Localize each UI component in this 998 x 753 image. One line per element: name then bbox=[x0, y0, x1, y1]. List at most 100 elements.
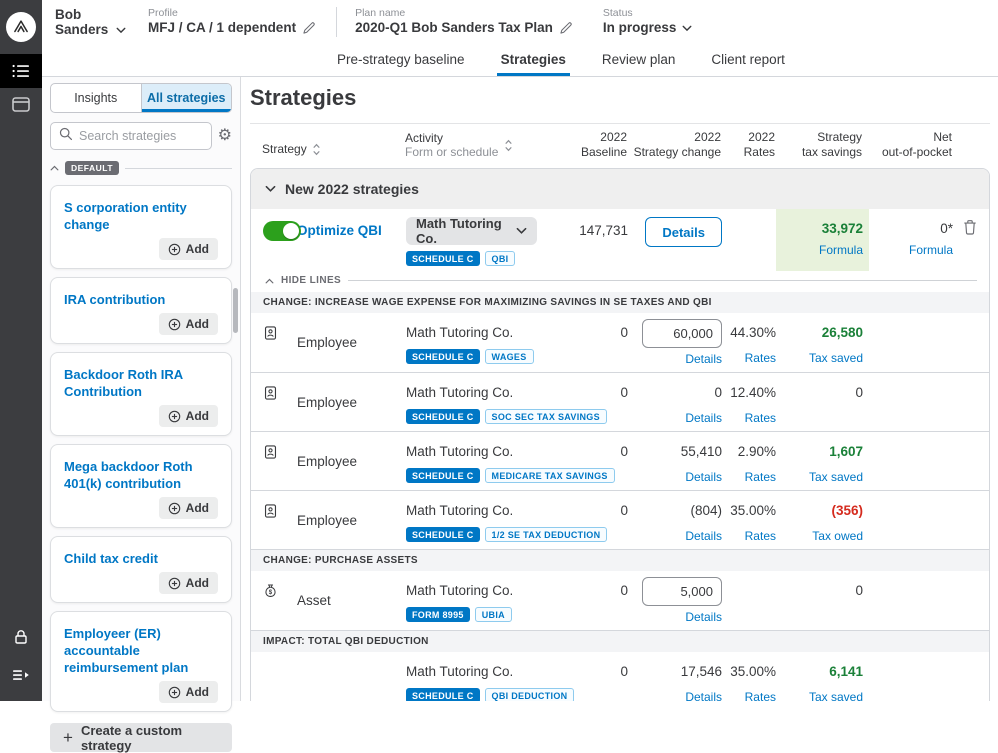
client-first-name: Bob bbox=[55, 7, 126, 22]
rates-link[interactable]: Rates bbox=[722, 528, 776, 544]
search-input[interactable] bbox=[79, 129, 203, 143]
strategy-card-title[interactable]: IRA contribution bbox=[64, 291, 218, 308]
details-link[interactable]: Details bbox=[628, 351, 722, 367]
strategy-change-value: 17,546 bbox=[628, 658, 722, 686]
hide-lines-toggle[interactable]: HIDE LINES bbox=[281, 275, 341, 286]
details-link[interactable]: Details bbox=[628, 609, 722, 625]
tax-savings-value: (356) bbox=[776, 497, 863, 525]
sidebar-scrollbar[interactable] bbox=[233, 288, 238, 333]
strategy-card-list: S corporation entity change Add IRA cont… bbox=[50, 185, 232, 712]
strategy-card-title[interactable]: Employeer (ER) accountable reimbursement… bbox=[64, 625, 218, 676]
gear-icon[interactable]: ⚙ bbox=[218, 128, 232, 144]
rates-link[interactable]: Rates bbox=[722, 689, 776, 701]
nav-strategies-list-icon[interactable] bbox=[0, 54, 42, 88]
add-strategy-button[interactable]: Add bbox=[159, 497, 218, 519]
tab-insights[interactable]: Insights bbox=[51, 84, 141, 112]
details-link[interactable]: Details bbox=[628, 528, 722, 544]
group-title: New 2022 strategies bbox=[285, 181, 419, 197]
strategy-card-title[interactable]: S corporation entity change bbox=[64, 199, 218, 233]
tax-savings-value: 1,607 bbox=[776, 438, 863, 466]
edit-profile-icon[interactable] bbox=[302, 21, 316, 35]
strategy-card-title[interactable]: Mega backdoor Roth 401(k) contribution bbox=[64, 458, 218, 492]
tab-pre-strategy-baseline[interactable]: Pre-strategy baseline bbox=[337, 43, 465, 76]
strategy-line-row: EmployeeMath Tutoring Co.SCHEDULE C1/2 S… bbox=[251, 491, 989, 550]
details-link[interactable]: Details bbox=[628, 689, 722, 701]
strategy-card-title[interactable]: Child tax credit bbox=[64, 550, 218, 567]
strategy-card-title[interactable]: Backdoor Roth IRA Contribution bbox=[64, 366, 218, 400]
formula-link[interactable]: Formula bbox=[863, 242, 953, 258]
strategy-line-rows: CHANGE: INCREASE WAGE EXPENSE FOR MAXIMI… bbox=[251, 292, 989, 701]
svg-text:$: $ bbox=[269, 589, 273, 596]
hide-lines-row: HIDE LINES bbox=[251, 271, 989, 292]
column-rates: 2022Rates bbox=[721, 130, 775, 160]
add-strategy-button[interactable]: Add bbox=[159, 313, 218, 335]
tax-result-link[interactable]: Tax saved bbox=[776, 469, 863, 485]
details-link[interactable]: Details bbox=[628, 469, 722, 485]
rates-link[interactable]: Rates bbox=[722, 410, 776, 426]
activity-label: Employee bbox=[297, 319, 406, 367]
status-selector[interactable]: Status In progress bbox=[603, 7, 693, 36]
edit-plan-name-icon[interactable] bbox=[559, 21, 573, 35]
details-link[interactable]: Details bbox=[628, 410, 722, 426]
form-badge: SCHEDULE C bbox=[406, 527, 480, 542]
activity-label: Employee bbox=[297, 497, 406, 544]
strategy-card: Child tax credit Add bbox=[50, 536, 232, 603]
strategy-change-input[interactable] bbox=[642, 577, 722, 606]
formula-link[interactable]: Formula bbox=[776, 242, 863, 258]
add-strategy-button[interactable]: Add bbox=[159, 681, 218, 703]
nav-panel-icon[interactable] bbox=[0, 88, 42, 120]
column-baseline: 2022Baseline bbox=[555, 130, 627, 160]
add-strategy-button[interactable]: Add bbox=[159, 405, 218, 427]
client-selector[interactable]: Bob Sanders bbox=[55, 7, 126, 37]
lock-icon[interactable] bbox=[0, 621, 42, 653]
plus-icon: + bbox=[63, 728, 73, 748]
column-activity: Activity bbox=[405, 131, 498, 145]
strategy-toggle[interactable] bbox=[263, 221, 301, 241]
sort-icon[interactable] bbox=[312, 143, 321, 156]
delete-strategy-icon[interactable] bbox=[953, 217, 977, 266]
collapse-chevron-icon[interactable] bbox=[50, 165, 59, 171]
sidebar-tabs: Insights All strategies bbox=[50, 83, 232, 113]
app-logo-icon[interactable] bbox=[6, 12, 36, 42]
activity-label bbox=[297, 658, 406, 701]
chevron-down-icon bbox=[516, 227, 527, 235]
company-dropdown[interactable]: Math Tutoring Co. bbox=[406, 217, 537, 245]
details-button[interactable]: Details bbox=[645, 217, 722, 247]
tax-savings-value: 0 bbox=[776, 379, 863, 407]
tax-result-link[interactable]: Tax saved bbox=[776, 350, 863, 366]
column-strategy: Strategy bbox=[262, 142, 307, 156]
group-header[interactable]: New 2022 strategies bbox=[251, 169, 989, 209]
rates-link[interactable]: Rates bbox=[722, 350, 776, 366]
tax-savings-value: 33,972 bbox=[776, 219, 863, 239]
add-strategy-button[interactable]: Add bbox=[159, 238, 218, 260]
strategy-change-value: 55,410 bbox=[628, 438, 722, 466]
employee-badge-icon bbox=[263, 503, 278, 519]
collapse-menu-icon[interactable] bbox=[0, 659, 42, 691]
rate-value: 12.40% bbox=[722, 379, 776, 407]
tab-review-plan[interactable]: Review plan bbox=[602, 43, 676, 76]
strategy-row-optimize-qbi: Optimize QBI Math Tutoring Co. SCHEDULE … bbox=[251, 209, 989, 271]
plan-name-label: Plan name bbox=[355, 7, 573, 20]
hide-lines-rule bbox=[348, 280, 977, 281]
rates-link[interactable]: Rates bbox=[722, 469, 776, 485]
add-strategy-button[interactable]: Add bbox=[159, 572, 218, 594]
sort-icon[interactable] bbox=[504, 139, 513, 152]
tab-all-strategies[interactable]: All strategies bbox=[141, 84, 232, 112]
employee-badge-icon bbox=[263, 444, 278, 460]
create-custom-strategy-button[interactable]: + Create a custom strategy bbox=[50, 723, 232, 752]
column-tax-savings: Strategytax savings bbox=[775, 130, 862, 160]
strategy-link[interactable]: Optimize QBI bbox=[297, 217, 406, 266]
tax-result-link[interactable]: Tax owed bbox=[776, 528, 863, 544]
company-name: Math Tutoring Co. bbox=[406, 658, 556, 686]
tax-result-link[interactable]: Tax saved bbox=[776, 689, 863, 701]
strategy-card: Backdoor Roth IRA Contribution Add bbox=[50, 352, 232, 436]
tab-client-report[interactable]: Client report bbox=[711, 43, 785, 76]
baseline-value: 0 bbox=[556, 497, 628, 544]
strategy-change-input[interactable] bbox=[642, 319, 722, 348]
tax-savings-value: 0 bbox=[776, 577, 863, 605]
search-icon bbox=[59, 127, 73, 146]
employee-badge-icon bbox=[263, 325, 278, 341]
tab-strategies[interactable]: Strategies bbox=[501, 43, 566, 76]
status-value: In progress bbox=[603, 20, 677, 36]
strategy-sidebar: Insights All strategies ⚙ DEFAULT S corp… bbox=[42, 77, 241, 701]
